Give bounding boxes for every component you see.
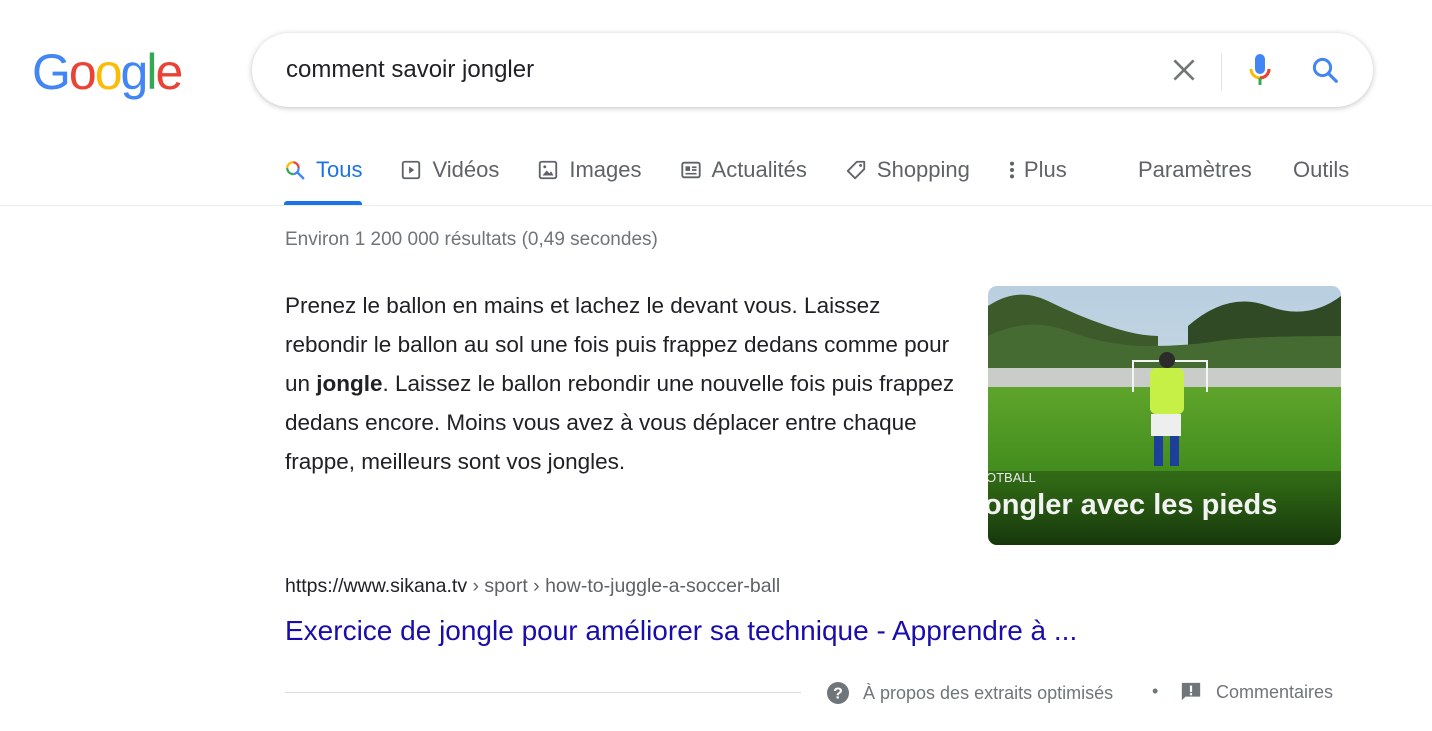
about-label: À propos des extraits optimisés [863, 683, 1113, 704]
logo-letter: G [32, 44, 69, 100]
tab-all[interactable]: Tous [284, 148, 362, 192]
tab-label: Vidéos [432, 157, 499, 183]
tab-label: Images [569, 157, 641, 183]
search-icon [1310, 55, 1340, 85]
search-box [252, 33, 1373, 107]
tab-label: Tous [316, 157, 362, 183]
snippet-text-after: . Laissez le ballon rebondir une nouvell… [285, 371, 954, 474]
feedback-link[interactable]: Commentaires [1180, 681, 1333, 703]
footer-divider [285, 692, 801, 693]
tag-icon [845, 159, 867, 181]
tab-label: Actualités [712, 157, 807, 183]
logo-letter: o [95, 44, 121, 100]
clear-search-button[interactable] [1166, 52, 1202, 88]
news-icon [680, 159, 702, 181]
svg-text:?: ? [833, 686, 843, 703]
thumbnail-category: OTBALL [988, 470, 1036, 485]
result-stats: Environ 1 200 000 résultats (0,49 second… [285, 229, 658, 251]
tabs-divider [0, 205, 1432, 206]
about-featured-snippets-link[interactable]: ? À propos des extraits optimisés [826, 681, 1113, 705]
more-vert-icon [1008, 159, 1016, 181]
search-input[interactable] [286, 50, 1146, 90]
voice-search-button[interactable] [1242, 51, 1278, 89]
settings-button[interactable]: Paramètres [1138, 148, 1252, 192]
tab-shopping[interactable]: Shopping [845, 148, 970, 192]
tab-videos[interactable]: Vidéos [400, 148, 499, 192]
google-logo[interactable]: Google [32, 44, 181, 100]
result-title-link[interactable]: Exercice de jongle pour améliorer sa tec… [285, 615, 1077, 647]
search-multicolor-icon [284, 159, 306, 181]
search-divider [1221, 53, 1222, 91]
logo-letter: o [69, 44, 95, 100]
logo-letter: g [121, 44, 147, 100]
image-icon [537, 159, 559, 181]
close-icon [1171, 57, 1197, 83]
footer-separator: • [1152, 681, 1158, 702]
featured-snippet-text: Prenez le ballon en mains et lachez le d… [285, 286, 965, 481]
tab-label: Plus [1024, 157, 1067, 183]
tools-button[interactable]: Outils [1293, 148, 1349, 192]
thumbnail-title: ongler avec les pieds [988, 489, 1277, 521]
logo-letter: e [155, 44, 181, 100]
tab-news[interactable]: Actualités [680, 148, 807, 192]
feedback-icon [1180, 681, 1202, 703]
logo-letter: l [146, 44, 155, 100]
featured-snippet-image[interactable]: OTBALL ongler avec les pieds [988, 286, 1341, 545]
video-thumbnail: OTBALL ongler avec les pieds [988, 286, 1341, 545]
snippet-highlight: jongle [316, 371, 382, 396]
tab-images[interactable]: Images [537, 148, 641, 192]
tab-label: Shopping [877, 157, 970, 183]
feedback-label: Commentaires [1216, 682, 1333, 703]
search-tabs: Tous Vidéos Images Actuali [284, 148, 1105, 206]
microphone-icon [1247, 52, 1273, 88]
result-url[interactable]: https://www.sikana.tv › sport › how-to-j… [285, 575, 780, 598]
help-icon: ? [826, 681, 850, 705]
search-button[interactable] [1306, 51, 1344, 89]
result-breadcrumbs: › sport › how-to-juggle-a-soccer-ball [467, 575, 780, 597]
result-domain: https://www.sikana.tv [285, 575, 467, 597]
tab-more[interactable]: Plus [1008, 148, 1067, 192]
play-box-icon [400, 159, 422, 181]
